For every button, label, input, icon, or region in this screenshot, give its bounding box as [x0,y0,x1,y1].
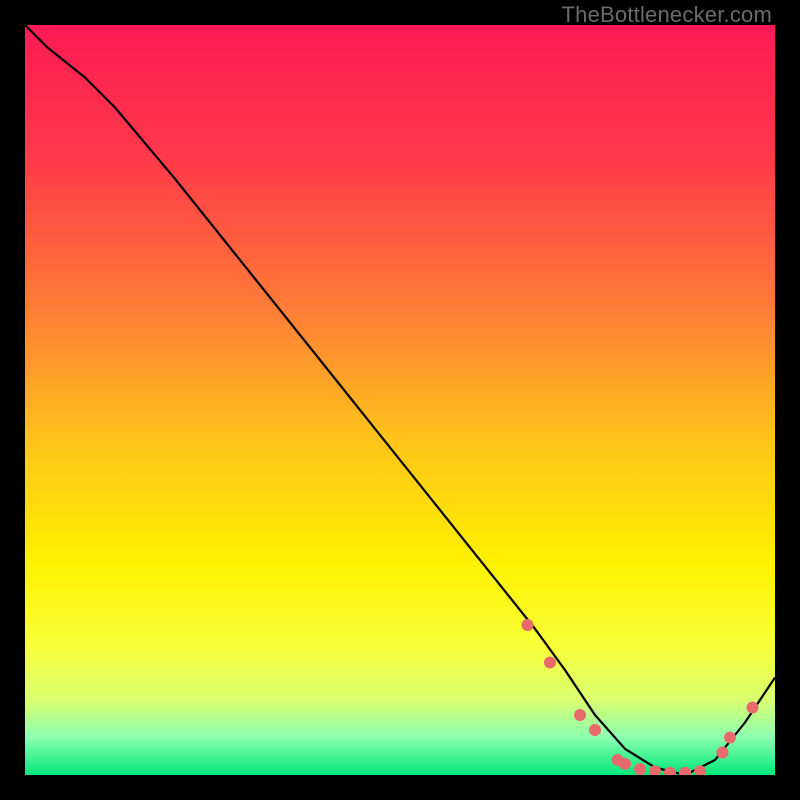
chart-frame [25,25,775,775]
watermark-text: TheBottlenecker.com [562,2,772,28]
gradient-bg [25,25,775,775]
chart-svg [25,25,775,775]
